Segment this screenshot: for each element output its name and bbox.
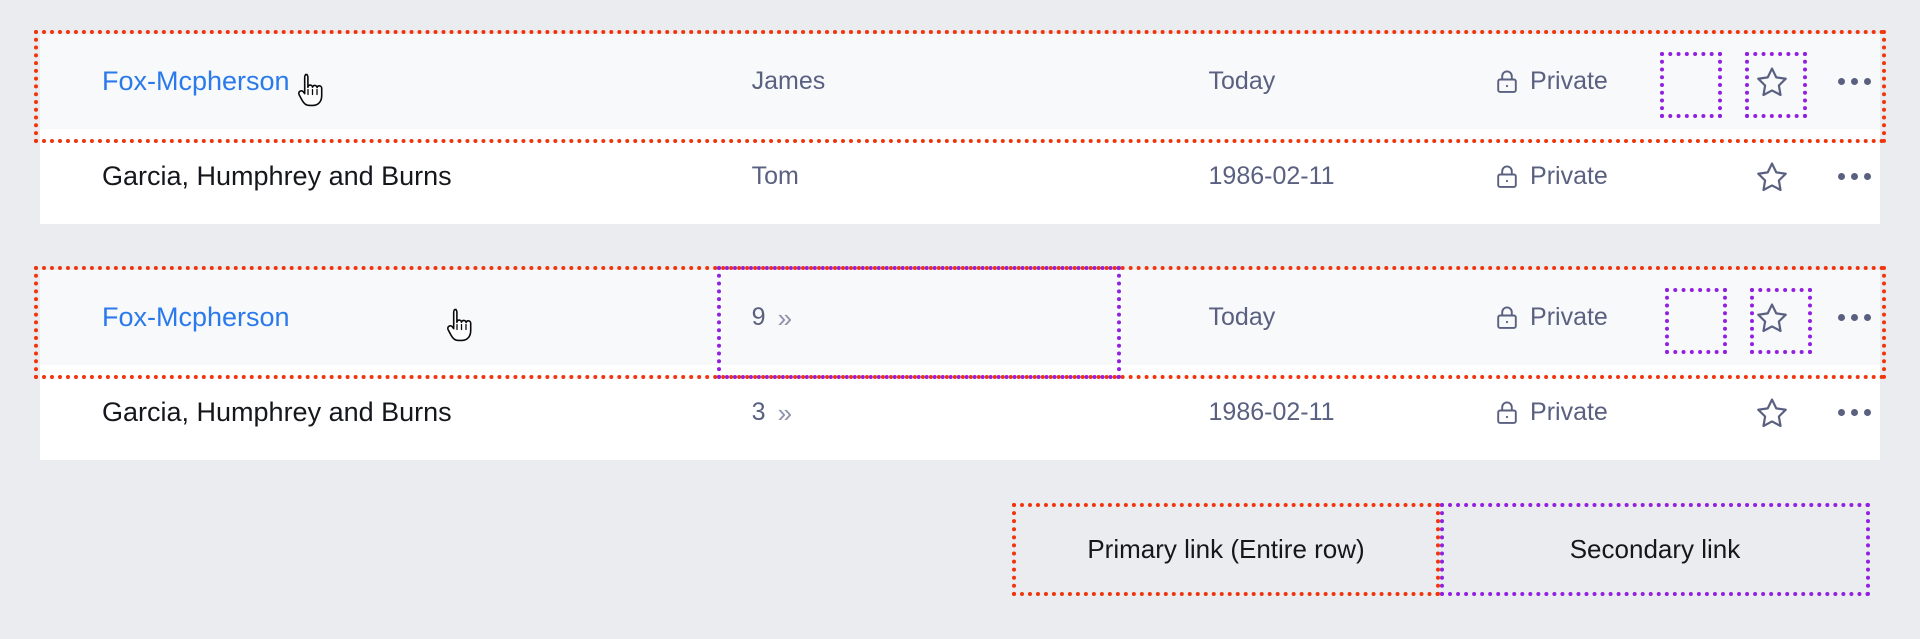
row-name-cell[interactable]: Fox-Mcpherson [40,34,712,129]
star-icon[interactable] [1746,56,1798,108]
table-with-owner-column: Fox-Mcpherson James Today Private Garcia… [40,34,1880,224]
row-secondary-cell: Tom [712,129,1109,224]
row-date-cell: 1986-02-11 [1109,365,1496,460]
row-name-cell[interactable]: Garcia, Humphrey and Burns [40,129,712,224]
row-actions-cell [1724,270,1880,365]
row-visibility-label: Private [1530,67,1608,95]
legend-secondary-label: Secondary link [1569,534,1741,564]
table-row[interactable]: Garcia, Humphrey and Burns 3 » 1986-02-1… [40,365,1880,460]
row-secondary-cell[interactable]: 9 » [712,270,1109,365]
star-icon[interactable] [1746,387,1798,439]
row-secondary-cell[interactable]: 3 » [712,365,1109,460]
row-secondary-value: Tom [751,162,799,190]
table-row[interactable]: Garcia, Humphrey and Burns Tom 1986-02-1… [40,129,1880,224]
legend-secondary-link: Secondary link [1440,503,1870,596]
chevron-double-right-icon: » [777,397,793,428]
more-horizontal-icon[interactable] [1828,151,1880,203]
row-secondary-value: 9 [751,303,766,331]
more-horizontal-icon[interactable] [1828,292,1880,344]
table-row[interactable]: Fox-Mcpherson James Today Private [40,34,1880,129]
row-secondary-value: 3 [751,398,766,426]
more-dots [1837,173,1871,180]
more-horizontal-icon[interactable] [1828,56,1880,108]
more-horizontal-icon[interactable] [1828,387,1880,439]
row-name-cell[interactable]: Fox-Mcpherson [40,270,712,365]
lock-icon [1496,305,1518,330]
chevron-double-right-icon: » [777,302,793,333]
row-visibility-cell: Private [1496,365,1724,460]
table-row[interactable]: Fox-Mcpherson 9 » Today Private [40,270,1880,365]
legend: Primary link (Entire row) Secondary link [1012,503,1870,596]
more-dots [1837,409,1871,416]
row-name-link[interactable]: Fox-Mcpherson [102,302,290,333]
row-visibility-cell: Private [1496,34,1724,129]
more-dots [1837,78,1871,85]
row-date-value: 1986-02-11 [1208,162,1335,190]
row-secondary-value: James [751,67,826,95]
row-visibility-cell: Private [1496,129,1724,224]
more-dots [1837,314,1871,321]
row-date-cell: 1986-02-11 [1109,129,1496,224]
row-secondary-cell: James [712,34,1109,129]
lock-icon [1496,164,1518,189]
row-actions-cell [1724,34,1880,129]
row-visibility-label: Private [1530,303,1608,331]
row-visibility-label: Private [1530,398,1608,426]
row-visibility-cell: Private [1496,270,1724,365]
table-with-count-column: Fox-Mcpherson 9 » Today Private Garcia, … [40,270,1880,460]
row-date-value: Today [1208,67,1276,95]
row-date-value: 1986-02-11 [1208,398,1335,426]
legend-primary-link: Primary link (Entire row) [1012,503,1440,596]
row-date-cell: Today [1109,270,1496,365]
legend-primary-label: Primary link (Entire row) [1087,534,1365,564]
row-actions-cell [1724,365,1880,460]
row-name-cell[interactable]: Garcia, Humphrey and Burns [40,365,712,460]
lock-icon [1496,69,1518,94]
annotation-stage: Fox-Mcpherson James Today Private Garcia… [0,0,1920,639]
row-actions-cell [1724,129,1880,224]
row-name-text: Garcia, Humphrey and Burns [102,397,452,427]
star-icon[interactable] [1746,292,1798,344]
row-date-cell: Today [1109,34,1496,129]
row-visibility-label: Private [1530,162,1608,190]
row-name-link[interactable]: Fox-Mcpherson [102,66,290,97]
row-name-text: Garcia, Humphrey and Burns [102,161,452,191]
lock-icon [1496,400,1518,425]
row-date-value: Today [1208,303,1276,331]
star-icon[interactable] [1746,151,1798,203]
